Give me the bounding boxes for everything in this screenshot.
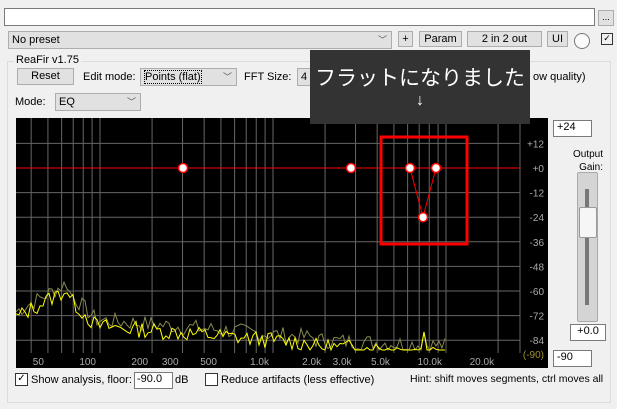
freq-tick-label: 10.0k [418, 357, 443, 368]
db-tick-label: -72 [530, 312, 545, 323]
gain-value-field[interactable]: +0.0 [570, 324, 606, 341]
wet-knob[interactable] [574, 33, 590, 49]
freq-tick-label: 50 [33, 357, 45, 368]
show-analysis-label: Show analysis, floor: [31, 374, 132, 386]
floor-input[interactable]: -90.0 [134, 372, 173, 389]
db-tick-label: +12 [527, 139, 544, 150]
hint-text: Hint: shift moves segments, ctrl moves a… [410, 373, 604, 385]
analysis-trace [15, 290, 445, 352]
mode-label: Mode: [15, 96, 46, 108]
preset-dropdown[interactable]: No preset ﹀ [8, 31, 392, 49]
db-tick-label: -84 [530, 336, 545, 347]
output-gain-label: Output Gain: [572, 149, 603, 173]
output-gain-slider[interactable] [577, 172, 598, 322]
chevron-down-icon: ﹀ [222, 72, 232, 82]
gain-max-field[interactable]: +24 [553, 120, 592, 137]
edit-mode-value: Points (flat) [144, 70, 202, 84]
show-analysis-checkbox[interactable]: ✓ [15, 373, 28, 386]
edit-mode-label: Edit mode: [83, 71, 136, 83]
freq-tick-label: 5.0k [371, 357, 391, 368]
gain-min-field[interactable]: -90 [553, 350, 592, 367]
freq-tick-label: 300 [162, 357, 179, 368]
slider-thumb[interactable] [579, 207, 597, 238]
chevron-down-icon: ﹀ [126, 97, 136, 107]
tooltip-arrow: ↓ [416, 92, 424, 109]
group-title: ReaFir v1.75 [14, 54, 81, 66]
db-tick-label: -60 [530, 287, 545, 298]
eq-graph[interactable]: +12 +0 -12 -24 -36 -48 -60 -72 -84 (-90) 50 100 200 3… [15, 118, 548, 368]
eq-point[interactable] [417, 211, 429, 223]
freq-tick-label: 500 [200, 357, 217, 368]
db-tick-label: -36 [530, 238, 545, 249]
freq-tick-label: 200 [131, 357, 148, 368]
eq-point[interactable] [430, 162, 442, 174]
param-button[interactable]: Param [419, 31, 462, 47]
mode-value: EQ [59, 96, 75, 108]
reduce-artifacts-label: Reduce artifacts (less effective) [221, 374, 375, 386]
tooltip-text: フラットになりました [315, 67, 525, 90]
reduce-artifacts-checkbox[interactable] [205, 373, 218, 386]
add-preset-button[interactable]: + [398, 31, 413, 47]
reset-button[interactable]: Reset [17, 68, 74, 85]
edit-mode-dropdown[interactable]: Points (flat) ﹀ [140, 68, 237, 86]
mode-dropdown[interactable]: EQ ﹀ [55, 93, 141, 111]
browse-button[interactable]: ... [598, 10, 614, 26]
floor-label: (-90) [523, 350, 544, 361]
db-tick-label: -24 [530, 213, 545, 224]
freq-tick-label: 2.0k [302, 357, 322, 368]
chevron-down-icon: ﹀ [377, 35, 387, 45]
eq-point[interactable] [177, 162, 189, 174]
freq-tick-label: 100 [79, 357, 96, 368]
freq-tick-label: 3.0k [333, 357, 353, 368]
quality-label: ow quality) [533, 71, 586, 83]
eq-point[interactable] [345, 162, 357, 174]
path-input[interactable] [4, 8, 595, 26]
tooltip: フラットになりました ↓ [310, 50, 530, 124]
bypass-checkbox[interactable]: ✓ [601, 33, 613, 45]
fft-size-label: FFT Size: [244, 71, 292, 83]
freq-tick-label: 20.0k [470, 357, 495, 368]
db-tick-label: -12 [530, 189, 545, 200]
ui-button[interactable]: UI [547, 31, 568, 47]
io-button[interactable]: 2 in 2 out [467, 31, 542, 47]
db-unit: dB [175, 374, 189, 386]
freq-tick-label: 1.0k [250, 357, 270, 368]
db-tick-label: -48 [530, 262, 545, 273]
preset-value: No preset [12, 34, 60, 46]
eq-point[interactable] [404, 162, 416, 174]
db-tick-label: +0 [533, 164, 545, 175]
